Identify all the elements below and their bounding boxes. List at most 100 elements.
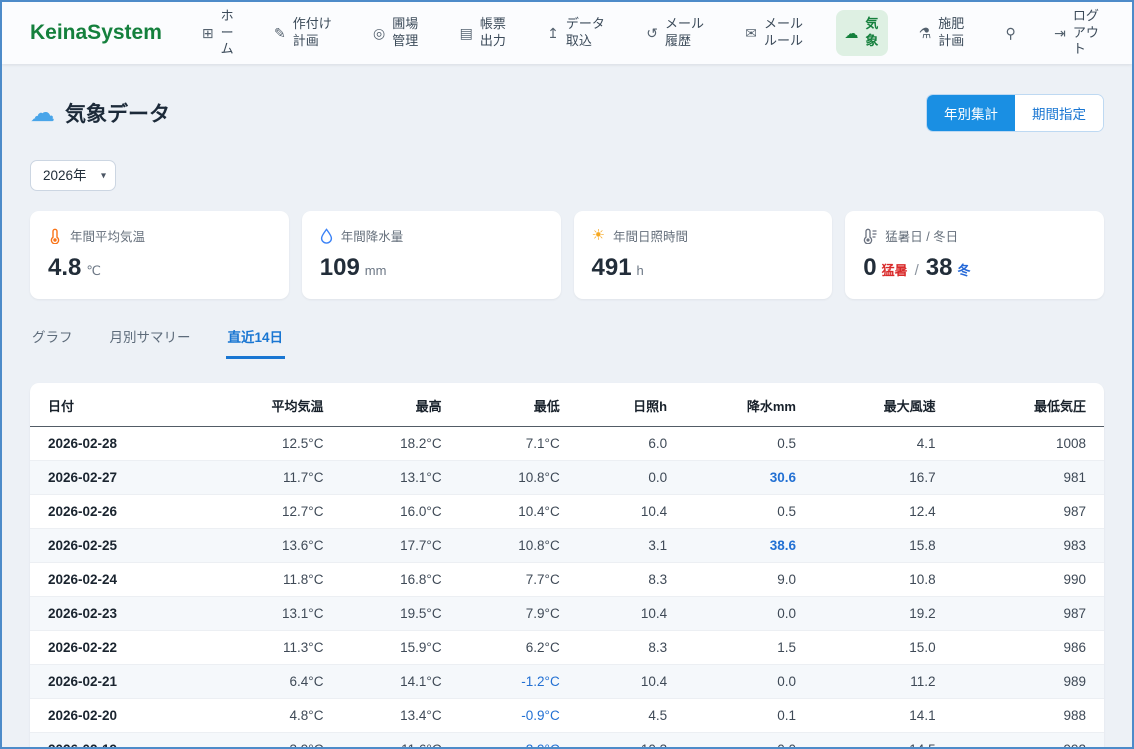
cell-min-temp: 7.1°C bbox=[460, 426, 578, 460]
cell-sunshine: 4.5 bbox=[578, 698, 685, 732]
cell-min-pressure: 989 bbox=[954, 664, 1104, 698]
cell-date: 2026-02-25 bbox=[30, 528, 213, 562]
weather-table: 日付 平均気温 最高 最低 日照h 降水mm 最大風速 最低気圧 2026-02… bbox=[30, 383, 1104, 749]
nav-label-home: ホーム bbox=[221, 8, 236, 59]
cell-date: 2026-02-26 bbox=[30, 494, 213, 528]
col-header-rain: 降水mm bbox=[685, 383, 814, 427]
cell-sunshine: 6.0 bbox=[578, 426, 685, 460]
nav-item-key[interactable]: ⚲ bbox=[998, 20, 1024, 46]
cell-sunshine: 8.3 bbox=[578, 630, 685, 664]
stat-card-hot-cold-days: 猛暑日 / 冬日 0猛暑/38冬 bbox=[845, 211, 1104, 299]
cell-avg-temp: 11.3°C bbox=[213, 630, 342, 664]
nav-label-planting-plan: 作付け計画 bbox=[293, 16, 335, 50]
cell-date: 2026-02-20 bbox=[30, 698, 213, 732]
table-row: 2026-02-21 6.4°C 14.1°C -1.2°C 10.4 0.0 … bbox=[30, 664, 1104, 698]
cell-avg-temp: 6.4°C bbox=[213, 664, 342, 698]
cell-min-temp: 7.9°C bbox=[460, 596, 578, 630]
col-header-min-temp: 最低 bbox=[460, 383, 578, 427]
cell-min-pressure: 992 bbox=[954, 732, 1104, 749]
table-row: 2026-02-22 11.3°C 15.9°C 6.2°C 8.3 1.5 1… bbox=[30, 630, 1104, 664]
nav-item-data-import[interactable]: ↥ データ取込 bbox=[539, 10, 616, 56]
col-header-date: 日付 bbox=[30, 383, 213, 427]
nav-item-planting-plan[interactable]: ✎ 作付け計画 bbox=[266, 10, 343, 56]
cell-min-temp: -0.9°C bbox=[460, 698, 578, 732]
top-navbar: KeinaSystem ⊞ ホーム ✎ 作付け計画 ◎ 圃場管理 ▤ 帳票出力 … bbox=[2, 2, 1132, 64]
page-title: 気象データ bbox=[65, 98, 170, 128]
tab-monthly-summary[interactable]: 月別サマリー bbox=[108, 326, 193, 359]
nav-item-logout[interactable]: ⇥ ログアウト bbox=[1046, 2, 1110, 65]
cell-min-temp: -2.9°C bbox=[460, 732, 578, 749]
hot-days-label: 猛暑 bbox=[882, 263, 908, 279]
cell-max-wind: 14.1 bbox=[814, 698, 954, 732]
document-icon: ▤ bbox=[460, 26, 473, 40]
cell-avg-temp: 11.8°C bbox=[213, 562, 342, 596]
pencil-icon: ✎ bbox=[274, 26, 286, 40]
logout-icon: ⇥ bbox=[1054, 26, 1066, 40]
cell-date: 2026-02-19 bbox=[30, 732, 213, 749]
cell-min-temp: 10.8°C bbox=[460, 460, 578, 494]
cell-min-temp: 10.8°C bbox=[460, 528, 578, 562]
col-header-sunshine: 日照h bbox=[578, 383, 685, 427]
stat-value: 109mm bbox=[320, 254, 543, 283]
cell-max-wind: 15.8 bbox=[814, 528, 954, 562]
cell-rain: 0.0 bbox=[685, 596, 814, 630]
stat-value: 0猛暑/38冬 bbox=[863, 254, 1086, 283]
cell-min-pressure: 981 bbox=[954, 460, 1104, 494]
cell-max-temp: 14.1°C bbox=[341, 664, 459, 698]
cell-avg-temp: 12.5°C bbox=[213, 426, 342, 460]
stat-value: 4.8℃ bbox=[48, 254, 271, 283]
cell-min-pressure: 986 bbox=[954, 630, 1104, 664]
table-row: 2026-02-23 13.1°C 19.5°C 7.9°C 10.4 0.0 … bbox=[30, 596, 1104, 630]
nav-item-mail-history[interactable]: ↺ メール履歴 bbox=[638, 10, 715, 56]
thermometer-icon bbox=[48, 228, 62, 244]
nav-item-fertilization-plan[interactable]: ⚗ 施肥計画 bbox=[911, 10, 976, 56]
period-specify-button[interactable]: 期間指定 bbox=[1015, 95, 1103, 131]
nav-item-weather[interactable]: ☁ 気象 bbox=[836, 10, 888, 56]
weather-table-card: 日付 平均気温 最高 最低 日照h 降水mm 最大風速 最低気圧 2026-02… bbox=[30, 383, 1104, 749]
tab-graph[interactable]: グラフ bbox=[30, 326, 75, 359]
yearly-summary-button[interactable]: 年別集計 bbox=[927, 95, 1015, 131]
stat-card-annual-sunshine: ☀ 年間日照時間 491h bbox=[574, 211, 833, 299]
cell-rain: 1.5 bbox=[685, 630, 814, 664]
tab-recent-14days[interactable]: 直近14日 bbox=[226, 326, 286, 359]
table-row: 2026-02-26 12.7°C 16.0°C 10.4°C 10.4 0.5… bbox=[30, 494, 1104, 528]
nav-item-field-management[interactable]: ◎ 圃場管理 bbox=[365, 10, 429, 56]
cell-sunshine: 3.1 bbox=[578, 528, 685, 562]
cell-date: 2026-02-22 bbox=[30, 630, 213, 664]
main-nav: ⊞ ホーム ✎ 作付け計画 ◎ 圃場管理 ▤ 帳票出力 ↥ データ取込 ↺ メー… bbox=[194, 2, 1110, 65]
view-tabs: グラフ 月別サマリー 直近14日 bbox=[30, 326, 1104, 359]
cell-max-wind: 19.2 bbox=[814, 596, 954, 630]
nav-label-field-management: 圃場管理 bbox=[392, 16, 421, 50]
cell-avg-temp: 13.1°C bbox=[213, 596, 342, 630]
cell-avg-temp: 11.7°C bbox=[213, 460, 342, 494]
cell-rain: 9.0 bbox=[685, 562, 814, 596]
cell-sunshine: 10.3 bbox=[578, 732, 685, 749]
cell-rain: 30.6 bbox=[685, 460, 814, 494]
cell-rain: 0.0 bbox=[685, 732, 814, 749]
cell-date: 2026-02-28 bbox=[30, 426, 213, 460]
cell-avg-temp: 13.6°C bbox=[213, 528, 342, 562]
key-icon: ⚲ bbox=[1006, 26, 1016, 40]
cell-max-wind: 14.5 bbox=[814, 732, 954, 749]
year-select[interactable]: 2026年 bbox=[30, 160, 116, 191]
cell-max-temp: 16.8°C bbox=[341, 562, 459, 596]
col-header-min-pressure: 最低気圧 bbox=[954, 383, 1104, 427]
value-separator: / bbox=[915, 262, 919, 280]
table-header-row: 日付 平均気温 最高 最低 日照h 降水mm 最大風速 最低気圧 bbox=[30, 383, 1104, 427]
cell-max-wind: 10.8 bbox=[814, 562, 954, 596]
cell-max-wind: 4.1 bbox=[814, 426, 954, 460]
cell-rain: 38.6 bbox=[685, 528, 814, 562]
nav-item-home[interactable]: ⊞ ホーム bbox=[194, 2, 244, 65]
home-icon: ⊞ bbox=[202, 26, 214, 40]
nav-item-report-output[interactable]: ▤ 帳票出力 bbox=[452, 10, 517, 56]
cell-avg-temp: 4.8°C bbox=[213, 698, 342, 732]
nav-item-mail-rules[interactable]: ✉ メールルール bbox=[737, 10, 814, 56]
cell-date: 2026-02-27 bbox=[30, 460, 213, 494]
cell-max-temp: 16.0°C bbox=[341, 494, 459, 528]
sun-icon: ☀ bbox=[592, 228, 605, 243]
cell-min-pressure: 987 bbox=[954, 494, 1104, 528]
stat-card-avg-temp: 年間平均気温 4.8℃ bbox=[30, 211, 289, 299]
stat-label: 猛暑日 / 冬日 bbox=[885, 226, 958, 245]
brand-logo[interactable]: KeinaSystem bbox=[30, 21, 162, 45]
cell-min-temp: 6.2°C bbox=[460, 630, 578, 664]
